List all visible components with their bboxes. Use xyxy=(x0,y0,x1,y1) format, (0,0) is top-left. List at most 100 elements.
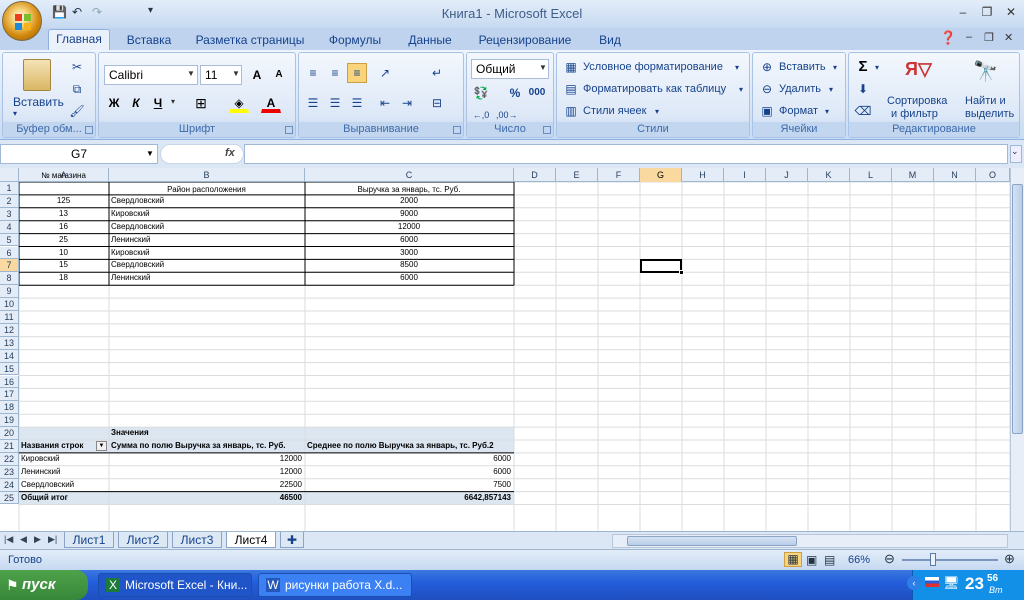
revenue-cell[interactable]: 6000 xyxy=(307,234,511,246)
vertical-scrollbar[interactable] xyxy=(1010,168,1024,531)
paste-icon[interactable] xyxy=(23,59,51,91)
pivot-sum-cell[interactable]: 22500 xyxy=(111,479,302,491)
sort-filter-button[interactable]: Сортировка xyxy=(887,95,947,107)
row-header-22[interactable]: 22 xyxy=(0,452,19,466)
merge-center-icon[interactable]: ⊟ xyxy=(427,93,447,113)
tab-home[interactable]: Главная xyxy=(48,29,110,51)
row-header-7[interactable]: 7 xyxy=(0,259,19,273)
column-header-i[interactable]: I xyxy=(724,168,766,182)
name-box[interactable]: G7 xyxy=(0,144,158,164)
font-name-select[interactable]: Calibri xyxy=(104,65,198,85)
column-header-g[interactable]: G xyxy=(640,168,682,182)
italic-button[interactable]: К xyxy=(126,93,146,113)
alignment-launcher-icon[interactable] xyxy=(453,126,461,134)
page-layout-view-icon[interactable]: ▣ xyxy=(806,553,817,567)
restore-icon[interactable]: ❐ xyxy=(976,4,998,20)
column-header-j[interactable]: J xyxy=(766,168,808,182)
format-cells-button[interactable]: Формат xyxy=(779,105,818,117)
formula-input[interactable] xyxy=(244,144,1008,164)
align-top-icon[interactable]: ≡ xyxy=(303,63,323,83)
pivot-avg-cell[interactable]: 7500 xyxy=(307,479,511,491)
row-header-9[interactable]: 9 xyxy=(0,285,19,299)
pivot-avg-header[interactable]: Среднее по полю Выручка за январь, тс. Р… xyxy=(307,440,511,452)
revenue-cell[interactable]: 12000 xyxy=(307,221,511,233)
row-header-25[interactable]: 25 xyxy=(0,491,19,505)
revenue-cell[interactable]: 2000 xyxy=(307,195,511,207)
column-header-c[interactable]: C xyxy=(305,168,514,182)
delete-cells-dropdown-icon[interactable]: ▾ xyxy=(829,85,833,94)
row-header-13[interactable]: 13 xyxy=(0,336,19,350)
minimize-icon[interactable]: – xyxy=(952,4,974,20)
autosum-dropdown-icon[interactable]: ▾ xyxy=(875,63,879,72)
insert-sheet-icon[interactable]: ✚ xyxy=(280,532,304,548)
normal-view-icon[interactable]: ▦ xyxy=(784,552,802,567)
pivot-sum-header[interactable]: Сумма по полю Выручка за январь, тс. Руб… xyxy=(111,440,301,452)
percent-button[interactable]: % xyxy=(505,83,525,103)
font-color-button[interactable]: A xyxy=(261,93,281,113)
header-store-number[interactable]: № магазина xyxy=(21,170,106,182)
tab-insert[interactable]: Вставка xyxy=(120,31,178,50)
row-header-18[interactable]: 18 xyxy=(0,401,19,415)
clipboard-launcher-icon[interactable] xyxy=(85,126,93,134)
name-box-dropdown-icon[interactable]: ▼ xyxy=(146,149,154,158)
align-middle-icon[interactable]: ≡ xyxy=(325,63,345,83)
row-header-5[interactable]: 5 xyxy=(0,233,19,247)
tab-view[interactable]: Вид xyxy=(590,31,630,50)
fill-color-icon[interactable]: ◈ xyxy=(229,93,249,113)
insert-cells-button[interactable]: Вставить xyxy=(779,61,826,73)
row-header-19[interactable]: 19 xyxy=(0,414,19,428)
format-as-table-button[interactable]: Форматировать как таблицу xyxy=(583,83,726,95)
row-header-6[interactable]: 6 xyxy=(0,246,19,260)
shrink-font-button[interactable]: A xyxy=(269,65,289,85)
expand-formula-bar-icon[interactable]: ⌄ xyxy=(1010,145,1022,163)
sort-filter-button-line2[interactable]: и фильтр xyxy=(891,108,938,120)
column-header-d[interactable]: D xyxy=(514,168,556,182)
sheet-tab-3[interactable]: Лист3 xyxy=(172,532,222,548)
conditional-format-button[interactable]: Условное форматирование xyxy=(583,61,723,73)
tray-expand-icon[interactable]: ‹ xyxy=(907,576,921,590)
format-cells-dropdown-icon[interactable]: ▾ xyxy=(825,107,829,116)
revenue-cell[interactable]: 8500 xyxy=(307,259,511,271)
sheet-tab-2[interactable]: Лист2 xyxy=(118,532,168,548)
revenue-cell[interactable]: 9000 xyxy=(307,208,511,220)
find-select-button-line2[interactable]: выделить xyxy=(965,108,1014,120)
ribbon-minimize-icon[interactable]: – xyxy=(966,31,972,43)
column-header-b[interactable]: B xyxy=(109,168,305,182)
row-header-14[interactable]: 14 xyxy=(0,349,19,363)
column-header-f[interactable]: F xyxy=(598,168,640,182)
cell-styles-dropdown-icon[interactable]: ▾ xyxy=(655,107,659,116)
help-icon[interactable]: ❓ xyxy=(940,30,956,46)
column-header-n[interactable]: N xyxy=(934,168,976,182)
revenue-cell[interactable]: 3000 xyxy=(307,247,511,259)
active-cell-g7[interactable] xyxy=(640,259,682,274)
bold-button[interactable]: Ж xyxy=(104,93,124,113)
district-cell[interactable]: Свердловский xyxy=(111,221,302,233)
first-sheet-icon[interactable]: |◀ xyxy=(4,534,13,545)
district-cell[interactable]: Кировский xyxy=(111,247,302,259)
sheet-tab-4[interactable]: Лист4 xyxy=(226,532,276,548)
format-painter-icon[interactable]: 🖌 xyxy=(67,101,87,121)
close-icon[interactable]: ✕ xyxy=(1000,4,1022,20)
row-header-3[interactable]: 3 xyxy=(0,207,19,221)
column-header-l[interactable]: L xyxy=(850,168,892,182)
row-header-24[interactable]: 24 xyxy=(0,478,19,492)
row-header-1[interactable]: 1 xyxy=(0,182,19,195)
tab-page-layout[interactable]: Разметка страницы xyxy=(190,31,310,50)
row-header-20[interactable]: 20 xyxy=(0,427,19,440)
autosum-button[interactable]: Σ xyxy=(853,57,873,77)
store-number-cell[interactable]: 13 xyxy=(21,208,106,220)
revenue-cell[interactable]: 6000 xyxy=(307,272,511,284)
zoom-out-icon[interactable]: ⊖ xyxy=(884,551,895,567)
store-number-cell[interactable]: 16 xyxy=(21,221,106,233)
format-as-table-dropdown-icon[interactable]: ▾ xyxy=(739,85,743,94)
page-break-view-icon[interactable]: ▤ xyxy=(824,553,835,567)
store-number-cell[interactable]: 25 xyxy=(21,234,106,246)
sort-filter-icon[interactable]: Я▽ xyxy=(905,59,932,80)
align-right-icon[interactable]: ☰ xyxy=(347,93,367,113)
pivot-sum-cell[interactable]: 12000 xyxy=(111,453,302,465)
pivot-row-label-cell[interactable]: Свердловский xyxy=(21,479,106,491)
row-header-2[interactable]: 2 xyxy=(0,194,19,208)
underline-button[interactable]: Ч xyxy=(148,93,168,113)
align-left-icon[interactable]: ☰ xyxy=(303,93,323,113)
pivot-total-sum[interactable]: 46500 xyxy=(111,492,302,504)
